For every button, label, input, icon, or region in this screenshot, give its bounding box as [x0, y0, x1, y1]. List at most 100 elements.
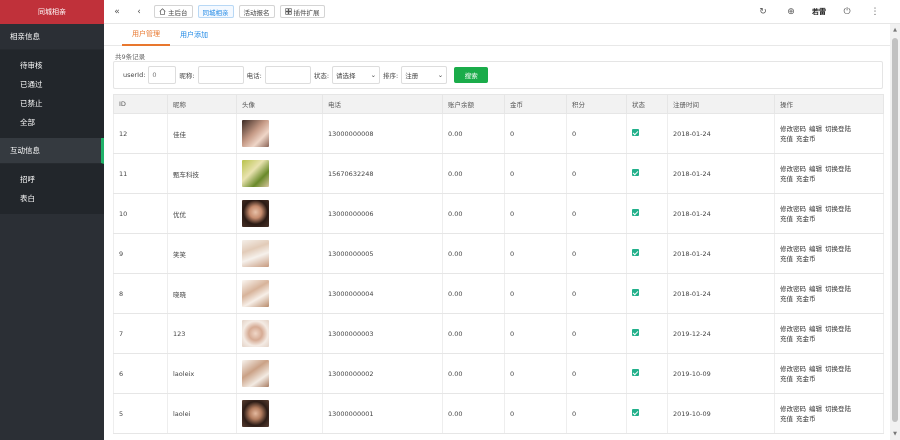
- change-password-link[interactable]: 修改密码: [780, 325, 806, 333]
- scroll-up-icon[interactable]: ▲: [891, 26, 899, 34]
- edit-link[interactable]: 编辑: [809, 285, 822, 293]
- status-checkbox[interactable]: [632, 289, 639, 296]
- change-password-link[interactable]: 修改密码: [780, 365, 806, 373]
- plugin-tab-button[interactable]: 插件扩展: [279, 5, 325, 18]
- sidebar-group-dating-info[interactable]: 相亲信息: [0, 24, 104, 50]
- sidebar-item-approved[interactable]: 已通过: [0, 75, 104, 94]
- edit-link[interactable]: 编辑: [809, 245, 822, 253]
- change-password-link[interactable]: 修改密码: [780, 205, 806, 213]
- more-icon[interactable]: ⋮: [868, 7, 882, 17]
- globe-icon[interactable]: ⊕: [784, 7, 798, 17]
- recharge-link[interactable]: 充值: [780, 215, 793, 223]
- recharge-link[interactable]: 充值: [780, 255, 793, 263]
- tab-user-management[interactable]: 用户管理: [122, 24, 170, 46]
- sidebar-item-confession[interactable]: 表白: [0, 189, 104, 208]
- cell-phone: 13000000005: [322, 233, 443, 274]
- edit-link[interactable]: 编辑: [809, 165, 822, 173]
- user-name[interactable]: 若雷: [812, 7, 826, 17]
- sort-select[interactable]: 注册 ⌄: [401, 66, 448, 84]
- status-checkbox[interactable]: [632, 209, 639, 216]
- avatar[interactable]: [242, 280, 269, 307]
- switch-login-link[interactable]: 切换登陆: [825, 365, 851, 373]
- cell-register-time: 2019-10-09: [667, 393, 775, 434]
- status-select[interactable]: 请选择 ⌄: [332, 66, 381, 84]
- search-button[interactable]: 搜索: [454, 67, 489, 83]
- tab-user-add[interactable]: 用户添加: [170, 24, 218, 46]
- avatar[interactable]: [242, 160, 269, 187]
- scroll-thumb[interactable]: [892, 38, 898, 422]
- avatar[interactable]: [242, 120, 269, 147]
- status-checkbox[interactable]: [632, 169, 639, 176]
- sidebar-group-interaction[interactable]: 互动信息: [0, 138, 104, 164]
- edit-link[interactable]: 编辑: [809, 125, 822, 133]
- recharge-coins-link[interactable]: 充金币: [796, 215, 816, 223]
- cell-balance: 0.00: [442, 353, 505, 394]
- change-password-link[interactable]: 修改密码: [780, 165, 806, 173]
- switch-login-link[interactable]: 切换登陆: [825, 245, 851, 253]
- recharge-coins-link[interactable]: 充金币: [796, 295, 816, 303]
- recharge-link[interactable]: 充值: [780, 415, 793, 423]
- recharge-coins-link[interactable]: 充金币: [796, 335, 816, 343]
- recharge-coins-link[interactable]: 充金币: [796, 175, 816, 183]
- event-signup-tab-button[interactable]: 活动报名: [238, 5, 275, 18]
- recharge-coins-link[interactable]: 充金币: [796, 255, 816, 263]
- recharge-link[interactable]: 充值: [780, 135, 793, 143]
- change-password-link[interactable]: 修改密码: [780, 245, 806, 253]
- sidebar-item-all[interactable]: 全部: [0, 113, 104, 132]
- recharge-link[interactable]: 充值: [780, 295, 793, 303]
- switch-login-link[interactable]: 切换登陆: [825, 205, 851, 213]
- sidebar-item-banned[interactable]: 已禁止: [0, 94, 104, 113]
- chevron-left-icon[interactable]: ‹: [132, 7, 146, 17]
- recharge-link[interactable]: 充值: [780, 335, 793, 343]
- cell-phone: 13000000006: [322, 193, 443, 234]
- edit-link[interactable]: 编辑: [809, 365, 822, 373]
- recharge-link[interactable]: 充值: [780, 175, 793, 183]
- switch-login-link[interactable]: 切换登陆: [825, 285, 851, 293]
- change-password-link[interactable]: 修改密码: [780, 285, 806, 293]
- switch-login-link[interactable]: 切换登陆: [825, 325, 851, 333]
- avatar[interactable]: [242, 240, 269, 267]
- status-checkbox[interactable]: [632, 369, 639, 376]
- home-tab-button[interactable]: 主后台: [154, 5, 193, 18]
- switch-login-link[interactable]: 切换登陆: [825, 405, 851, 413]
- header-id[interactable]: ID: [113, 94, 168, 114]
- status-checkbox[interactable]: [632, 249, 639, 256]
- vertical-scrollbar[interactable]: ▲ ▼: [890, 24, 900, 440]
- switch-login-link[interactable]: 切换登陆: [825, 125, 851, 133]
- filter-bar: userId: 昵称: 电话: 状态: 请选择 ⌄ 排序: 注册 ⌄ 搜索: [113, 61, 883, 89]
- edit-link[interactable]: 编辑: [809, 205, 822, 213]
- refresh-icon[interactable]: ↻: [756, 7, 770, 17]
- chevron-down-icon: ⌄: [370, 71, 377, 79]
- sidebar-item-pending[interactable]: 待审核: [0, 56, 104, 75]
- change-password-link[interactable]: 修改密码: [780, 405, 806, 413]
- recharge-coins-link[interactable]: 充金币: [796, 415, 816, 423]
- avatar[interactable]: [242, 200, 269, 227]
- recharge-coins-link[interactable]: 充金币: [796, 135, 816, 143]
- status-checkbox[interactable]: [632, 409, 639, 416]
- nickname-input[interactable]: [197, 66, 244, 84]
- recharge-link[interactable]: 充值: [780, 375, 793, 383]
- status-checkbox[interactable]: [632, 129, 639, 136]
- power-icon[interactable]: ⏻: [840, 7, 854, 17]
- scroll-down-icon[interactable]: ▼: [891, 430, 899, 438]
- sidebar-item-greeting[interactable]: 招呼: [0, 170, 104, 189]
- change-password-link[interactable]: 修改密码: [780, 125, 806, 133]
- avatar[interactable]: [242, 400, 269, 427]
- cell-avatar: [236, 113, 323, 154]
- avatar[interactable]: [242, 360, 269, 387]
- cell-balance: 0.00: [442, 113, 505, 154]
- edit-link[interactable]: 编辑: [809, 325, 822, 333]
- userid-input[interactable]: [148, 66, 177, 84]
- cell-coins: 0: [504, 353, 567, 394]
- dating-tab-button[interactable]: 同城相亲: [197, 5, 234, 18]
- double-chevron-left-icon[interactable]: «: [110, 7, 124, 17]
- header-points: 积分: [566, 94, 627, 114]
- recharge-coins-link[interactable]: 充金币: [796, 375, 816, 383]
- edit-link[interactable]: 编辑: [809, 405, 822, 413]
- avatar[interactable]: [242, 320, 269, 347]
- cell-actions: 修改密码 编辑 切换登陆 充值 充金币: [774, 393, 884, 434]
- switch-login-link[interactable]: 切换登陆: [825, 165, 851, 173]
- phone-input[interactable]: [264, 66, 311, 84]
- status-checkbox[interactable]: [632, 329, 639, 336]
- cell-avatar: [236, 273, 323, 314]
